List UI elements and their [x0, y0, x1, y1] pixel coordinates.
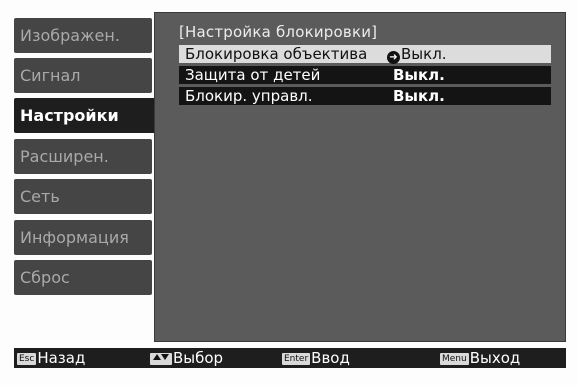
row-operation-lock[interactable]: Блокир. управл. Выкл.	[179, 87, 551, 105]
hint-exit[interactable]: Menu Выход	[440, 348, 520, 368]
menu-item-information[interactable]: Информация	[14, 220, 152, 255]
menu-item-reset[interactable]: Сброс	[14, 260, 152, 295]
row-value: ➜ Выкл.	[387, 45, 447, 64]
row-label: Защита от детей	[185, 66, 321, 84]
row-label: Блокировка объектива	[185, 45, 368, 63]
footer-hints: Esc Назад Выбор Enter Ввод Menu Выход	[14, 348, 566, 368]
esc-key-icon: Esc	[17, 353, 37, 365]
menu-item-label: Информация	[20, 228, 129, 247]
menu-item-image[interactable]: Изображен.	[14, 18, 152, 53]
menu-item-settings[interactable]: Настройки	[14, 98, 164, 133]
enter-key-icon: Enter	[282, 353, 311, 365]
lock-settings-panel: [Настройка блокировки] Блокировка объект…	[154, 12, 566, 342]
row-value: Выкл.	[393, 66, 445, 84]
row-label: Блокир. управл.	[185, 87, 313, 105]
menu-item-label: Настройки	[20, 106, 119, 125]
hint-enter[interactable]: Enter Ввод	[282, 348, 350, 368]
hint-select[interactable]: Выбор	[150, 348, 223, 368]
menu-key-icon: Menu	[440, 353, 469, 365]
menu-item-label: Сеть	[20, 187, 60, 206]
hint-enter-label: Ввод	[311, 349, 350, 367]
menu-item-network[interactable]: Сеть	[14, 179, 152, 214]
menu-item-label: Сигнал	[20, 66, 81, 85]
hint-select-label: Выбор	[173, 349, 224, 367]
projector-menu-screen: Изображен. Сигнал Настройки Расширен. Се…	[0, 0, 577, 385]
menu-item-label: Расширен.	[20, 147, 109, 166]
row-value: Выкл.	[393, 87, 445, 105]
row-child-lock[interactable]: Защита от детей Выкл.	[179, 66, 551, 84]
row-value-text: Выкл.	[401, 45, 447, 63]
menu-item-signal[interactable]: Сигнал	[14, 58, 152, 93]
hint-exit-label: Выход	[469, 349, 521, 367]
panel-title: [Настройка блокировки]	[179, 23, 378, 41]
menu-item-label: Изображен.	[20, 26, 120, 45]
up-down-arrows-icon	[150, 353, 172, 365]
menu-item-label: Сброс	[20, 268, 70, 287]
menu-item-extended[interactable]: Расширен.	[14, 139, 152, 174]
row-lens-lock[interactable]: Блокировка объектива ➜ Выкл.	[179, 45, 551, 64]
hint-back-label: Назад	[37, 349, 86, 367]
enter-pointer-icon: ➜	[387, 51, 400, 64]
hint-back[interactable]: Esc Назад	[17, 348, 85, 368]
